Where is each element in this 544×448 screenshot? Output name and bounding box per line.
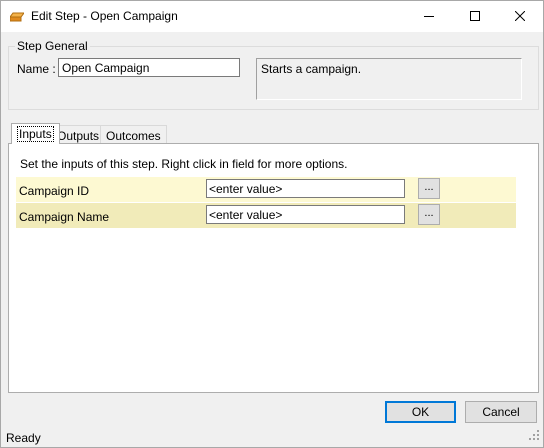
close-button[interactable] (497, 1, 543, 32)
app-icon (9, 11, 25, 25)
name-label: Name : (17, 62, 56, 76)
campaign-id-input[interactable] (206, 179, 405, 198)
inputs-instructions: Set the inputs of this step. Right click… (20, 157, 348, 171)
campaign-name-browse-button[interactable]: ... (418, 204, 440, 225)
campaign-name-label: Campaign Name (19, 210, 110, 224)
step-general-title: Step General (15, 39, 90, 53)
tab-inputs[interactable]: Inputs (11, 123, 60, 144)
minimize-icon (424, 16, 434, 17)
description-box[interactable]: Starts a campaign. (256, 58, 522, 100)
window-title: Edit Step - Open Campaign (31, 9, 178, 23)
maximize-button[interactable] (452, 1, 498, 32)
title-bar[interactable]: Edit Step - Open Campaign (1, 1, 543, 32)
campaign-id-browse-button[interactable]: ... (418, 178, 440, 199)
maximize-icon (470, 11, 480, 21)
name-field[interactable] (58, 58, 240, 77)
size-grip-icon[interactable] (529, 430, 540, 444)
edit-step-dialog: Edit Step - Open Campaign Step General N… (0, 0, 544, 448)
input-row-campaign-name: Campaign Name ... (16, 203, 516, 228)
minimize-button[interactable] (406, 1, 452, 32)
status-bar: Ready (1, 427, 543, 447)
ok-button[interactable]: OK (385, 401, 456, 423)
tab-outcomes[interactable]: Outcomes (100, 125, 167, 144)
cancel-button[interactable]: Cancel (465, 401, 537, 423)
status-text: Ready (6, 431, 41, 445)
input-row-campaign-id: Campaign ID ... (16, 177, 516, 202)
campaign-name-input[interactable] (206, 205, 405, 224)
tab-inputs-label: Inputs (17, 126, 54, 142)
close-icon (515, 11, 525, 21)
campaign-id-label: Campaign ID (19, 184, 90, 198)
